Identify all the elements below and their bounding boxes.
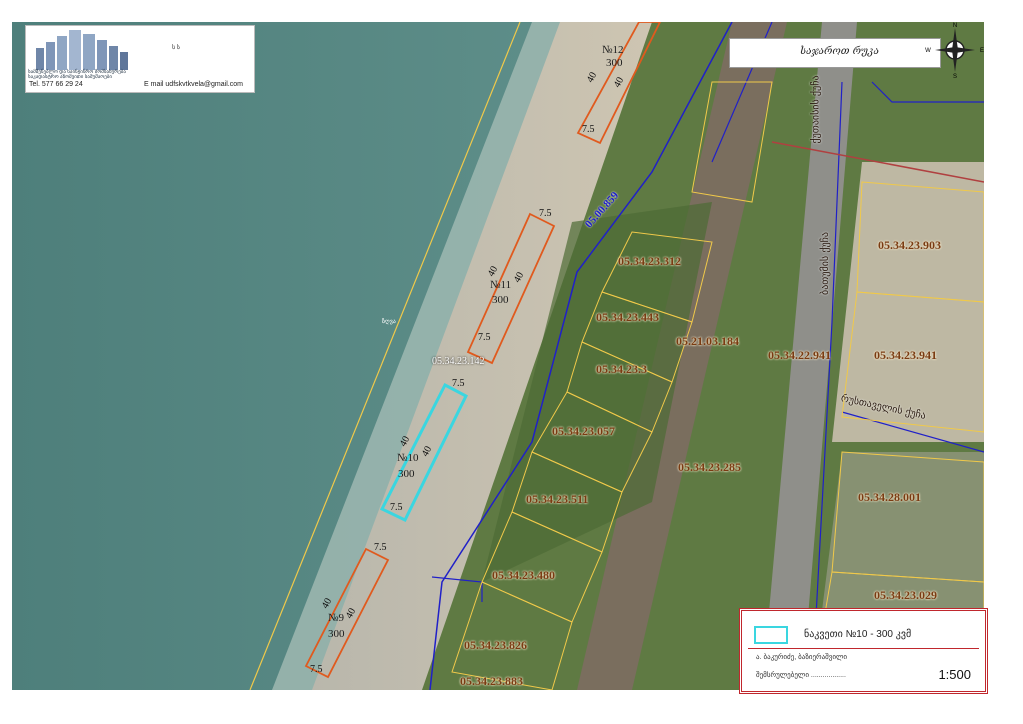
company-logo-icon bbox=[36, 30, 128, 70]
plot-12-number: №12 bbox=[602, 44, 624, 56]
parcel-label: 05.34.23.480 bbox=[492, 568, 555, 582]
plot-12-area: 300 bbox=[606, 57, 623, 69]
plot-10-width-bottom: 7.5 bbox=[390, 502, 403, 513]
parcel-label-beach: 05.34.23.142 bbox=[432, 356, 485, 367]
compass-e: E bbox=[980, 48, 984, 54]
map-title-box: საჯაროთ რუკა bbox=[729, 38, 941, 68]
plot-11-width-bottom: 7.5 bbox=[478, 332, 491, 343]
email-label: E mail bbox=[144, 81, 164, 88]
map-frame: №12 300 40 40 7.5 №11 300 40 40 7.5 7.5 … bbox=[12, 22, 984, 690]
plot-12-width: 7.5 bbox=[582, 124, 595, 135]
legend-scale: 1:500 bbox=[938, 667, 971, 682]
plot-9-number: №9 bbox=[328, 612, 344, 624]
legend-plot-text: ნაკვეთი №10 - 300 კვმ bbox=[804, 629, 912, 640]
plot-11-number: №11 bbox=[490, 279, 512, 291]
company-logo-box: ს ს სამშენებლო და საინჟინრო მომსახურება … bbox=[25, 25, 255, 93]
parcel-label: 05.34.23.511 bbox=[526, 492, 589, 506]
legend-divider bbox=[748, 648, 979, 649]
compass-w: W bbox=[925, 48, 931, 54]
parcel-label: 05.34.23.312 bbox=[618, 254, 681, 268]
legend-owner: ა. ბაკურიძე, ბაზიერაშვილი bbox=[756, 654, 848, 661]
company-name: სამშენებლო და საინჟინრო მომსახურება საკა… bbox=[28, 70, 168, 80]
parcel-label: 05.34.23.883 bbox=[460, 674, 523, 688]
road-label: ბათუმის ქუჩა bbox=[819, 232, 831, 295]
legend-box: ნაკვეთი №10 - 300 კვმ ა. ბაკურიძე, ბაზიე… bbox=[739, 608, 988, 694]
parcel-label: 05.34.23.903 bbox=[878, 238, 941, 252]
plot-9-width-bottom: 7.5 bbox=[310, 664, 323, 675]
compass-s: S bbox=[953, 74, 957, 78]
legend-prepared: შემსრულებელი .................. bbox=[756, 672, 846, 679]
email-value: udfskvtkvela@gmail.com bbox=[165, 81, 243, 88]
parcel-label: 05.34.23.285 bbox=[678, 460, 741, 474]
plot-9-width-top: 7.5 bbox=[374, 542, 387, 553]
parcel-label: 05.34.23.057 bbox=[552, 424, 615, 438]
parcel-label: 05.21.03.184 bbox=[676, 334, 739, 348]
plot-10-width-top: 7.5 bbox=[452, 378, 465, 389]
parcel-label: 05.34.23.941 bbox=[874, 348, 937, 362]
plot-9-area: 300 bbox=[328, 628, 345, 640]
map-title: საჯაროთ რუკა bbox=[800, 46, 879, 57]
sea-note: ზღვა bbox=[382, 319, 396, 325]
compass-n: N bbox=[953, 23, 957, 29]
plot-10-number: №10 bbox=[397, 452, 419, 464]
compass-icon: N S W E bbox=[925, 23, 984, 78]
plot-11-area: 300 bbox=[492, 294, 509, 306]
plot-10-area: 300 bbox=[398, 468, 415, 480]
parcel-label: 05.34.23.029 bbox=[874, 588, 937, 602]
company-phone: Tel. 577 66 29 24 bbox=[29, 81, 83, 88]
legend-plot-swatch bbox=[754, 626, 788, 644]
plot-11-width-top: 7.5 bbox=[539, 208, 552, 219]
parcel-label: 05.34.23.443 bbox=[596, 310, 659, 324]
company-email[interactable]: E mail udfskvtkvela@gmail.com bbox=[144, 81, 243, 88]
logo-mini-text: ს ს bbox=[172, 45, 180, 51]
road-label: ქუთაისის ქუჩა bbox=[810, 75, 822, 144]
parcel-label: 05.34.23.826 bbox=[464, 638, 527, 652]
aerial-map bbox=[12, 22, 984, 690]
parcel-label: 05.34.22.941 bbox=[768, 348, 831, 362]
parcel-label: 05.34.23.3 bbox=[596, 362, 647, 376]
parcel-label: 05.34.28.001 bbox=[858, 490, 921, 504]
company-name-line2: საკადასტრო აზომვითი სამუშაოები bbox=[28, 74, 112, 80]
